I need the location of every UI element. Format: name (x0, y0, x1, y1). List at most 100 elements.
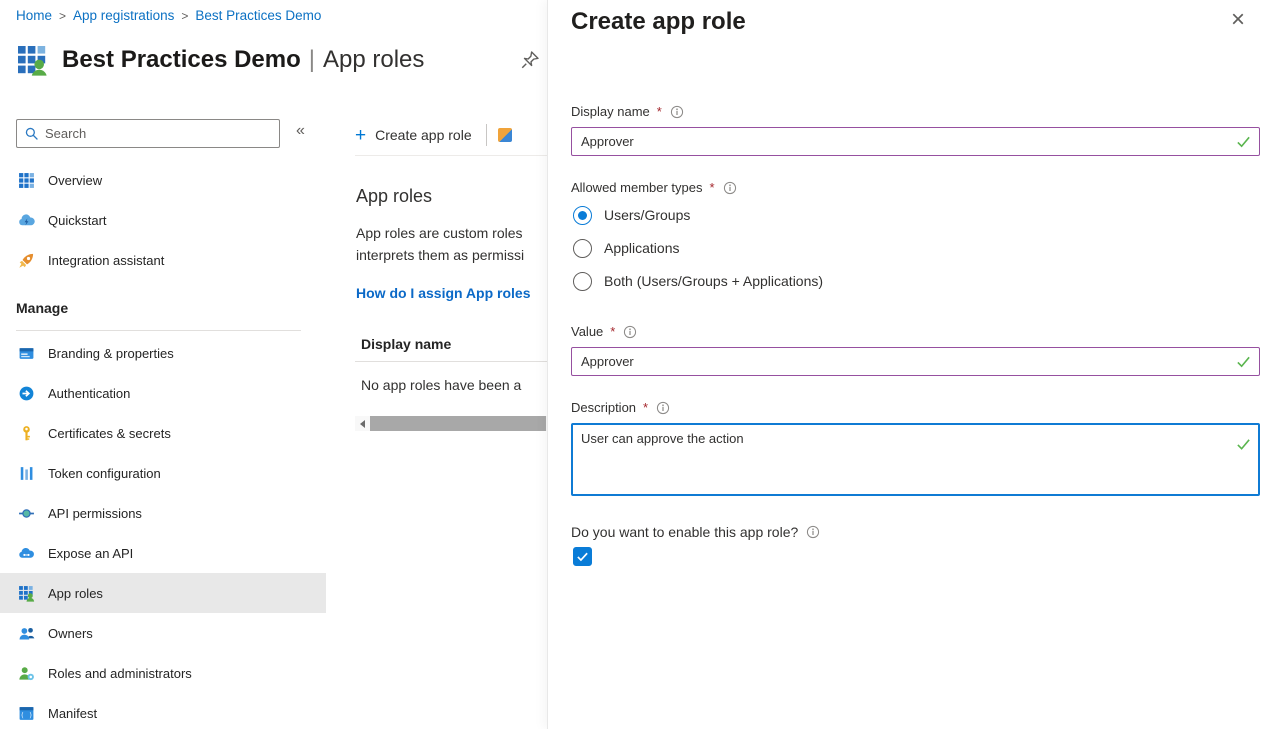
sidebar-item-overview[interactable]: Overview (0, 160, 326, 200)
enable-app-role-label: Do you want to enable this app role? (571, 524, 820, 540)
manifest-code-icon: ( ) (18, 705, 35, 722)
breadcrumb-app-registrations[interactable]: App registrations (73, 8, 174, 23)
breadcrumb: Home > App registrations > Best Practice… (16, 8, 321, 23)
admin-person-icon (18, 665, 35, 682)
page-title-divider: | (309, 46, 315, 73)
sidebar-divider (16, 330, 301, 331)
info-icon[interactable] (656, 401, 670, 415)
panel-title: Create app role (571, 8, 746, 36)
app-roles-icon (18, 585, 35, 602)
scroll-left-arrow[interactable] (355, 416, 370, 431)
page-title-name: Best Practices Demo (62, 46, 301, 73)
table-header-border (355, 361, 547, 362)
radio-button-icon (573, 206, 592, 225)
quickstart-icon (18, 212, 35, 229)
sidebar-item-branding-properties[interactable]: Branding & properties (0, 333, 326, 373)
description-textarea[interactable]: User can approve the action (571, 423, 1260, 496)
radio-applications[interactable]: Applications (573, 237, 680, 259)
app-roles-section-title: App roles (356, 186, 432, 207)
field-label-text: Value (571, 324, 603, 339)
value-input[interactable] (571, 347, 1260, 376)
table-empty-message: No app roles have been a (361, 377, 521, 393)
sidebar-item-owners[interactable]: Owners (0, 613, 326, 653)
sidebar-item-manifest[interactable]: ( ) Manifest (0, 693, 326, 729)
app-roles-description: App roles are custom roles interprets th… (356, 222, 524, 266)
info-icon[interactable] (670, 105, 684, 119)
sidebar-item-label: API permissions (48, 506, 142, 521)
horizontal-scrollbar[interactable] (355, 416, 547, 431)
svg-text:( ): ( ) (20, 711, 32, 719)
breadcrumb-home[interactable]: Home (16, 8, 52, 23)
info-icon[interactable] (623, 325, 637, 339)
sidebar-item-label: Roles and administrators (48, 666, 192, 681)
sidebar-item-roles-administrators[interactable]: Roles and administrators (0, 653, 326, 693)
rocket-icon (18, 252, 35, 269)
sidebar-item-app-roles[interactable]: App roles (0, 573, 326, 613)
sidebar-item-label: Owners (48, 626, 93, 641)
sidebar-item-token-configuration[interactable]: Token configuration (0, 453, 326, 493)
sidebar-item-quickstart[interactable]: Quickstart (0, 200, 326, 240)
sidebar-item-certificates-secrets[interactable]: Certificates & secrets (0, 413, 326, 453)
search-input[interactable] (17, 120, 279, 147)
sidebar-general-nav: Overview Quickstart Integration assistan… (0, 160, 326, 280)
create-app-role-button[interactable]: + Create app role (355, 126, 472, 145)
enable-checkbox[interactable] (573, 547, 592, 566)
plus-icon: + (355, 126, 366, 145)
toolbar-divider (486, 124, 487, 146)
browser-icon (18, 345, 35, 362)
display-name-field-wrap (571, 127, 1260, 156)
azure-portal-screen: Home > App registrations > Best Practice… (0, 0, 1268, 729)
sidebar-item-integration-assistant[interactable]: Integration assistant (0, 240, 326, 280)
scrollbar-thumb[interactable] (370, 416, 546, 431)
sliders-icon (18, 465, 35, 482)
value-label: Value * (571, 324, 637, 339)
owners-people-icon (18, 625, 35, 642)
info-icon[interactable] (723, 181, 737, 195)
breadcrumb-best-practices-demo[interactable]: Best Practices Demo (195, 8, 321, 23)
app-registration-icon (16, 44, 48, 76)
display-name-column-header: Display name (361, 336, 451, 352)
valid-check-icon (1236, 134, 1251, 149)
radio-label: Applications (604, 240, 680, 256)
connector-icon (18, 505, 35, 522)
content-toolbar: + Create app role (355, 120, 512, 150)
required-asterisk: * (610, 324, 615, 339)
info-icon[interactable] (806, 525, 820, 539)
close-icon[interactable]: × (1231, 8, 1245, 32)
sidebar-collapse-button[interactable]: « (296, 122, 305, 140)
sidebar-section-manage: Manage (16, 300, 68, 316)
cloud-icon (18, 545, 35, 562)
field-label-text: Description (571, 400, 636, 415)
sign-in-icon (18, 385, 35, 402)
overview-icon (18, 172, 35, 189)
sidebar-item-authentication[interactable]: Authentication (0, 373, 326, 413)
key-icon (18, 425, 35, 442)
sidebar-item-label: Certificates & secrets (48, 426, 171, 441)
sidebar-item-label: Integration assistant (48, 253, 164, 268)
radio-both[interactable]: Both (Users/Groups + Applications) (573, 270, 823, 292)
sidebar-item-label: Manifest (48, 706, 97, 721)
field-label-text: Do you want to enable this app role? (571, 524, 798, 540)
sidebar-item-api-permissions[interactable]: API permissions (0, 493, 326, 533)
display-name-input[interactable] (571, 127, 1260, 156)
required-asterisk: * (710, 180, 715, 195)
breadcrumb-separator: > (59, 9, 66, 23)
how-assign-app-roles-link[interactable]: How do I assign App roles (356, 285, 531, 301)
sidebar-manage-nav: Branding & properties Authentication Cer… (0, 333, 326, 729)
toolbar-separator-line (355, 155, 547, 156)
sidebar-item-label: Quickstart (48, 213, 107, 228)
valid-check-icon (1236, 354, 1251, 369)
radio-users-groups[interactable]: Users/Groups (573, 204, 690, 226)
toolbar-partial-icon[interactable] (498, 128, 512, 142)
radio-button-icon (573, 272, 592, 291)
valid-check-icon (1236, 437, 1251, 452)
sidebar-item-expose-an-api[interactable]: Expose an API (0, 533, 326, 573)
app-roles-content: + Create app role App roles App roles ar… (355, 0, 547, 729)
field-label-text: Display name (571, 104, 650, 119)
checkbox-check-icon (576, 550, 589, 563)
sidebar-item-label: Overview (48, 173, 102, 188)
sidebar-item-label: Authentication (48, 386, 130, 401)
create-app-role-label: Create app role (375, 127, 472, 143)
radio-button-icon (573, 239, 592, 258)
sidebar-item-label: App roles (48, 586, 103, 601)
